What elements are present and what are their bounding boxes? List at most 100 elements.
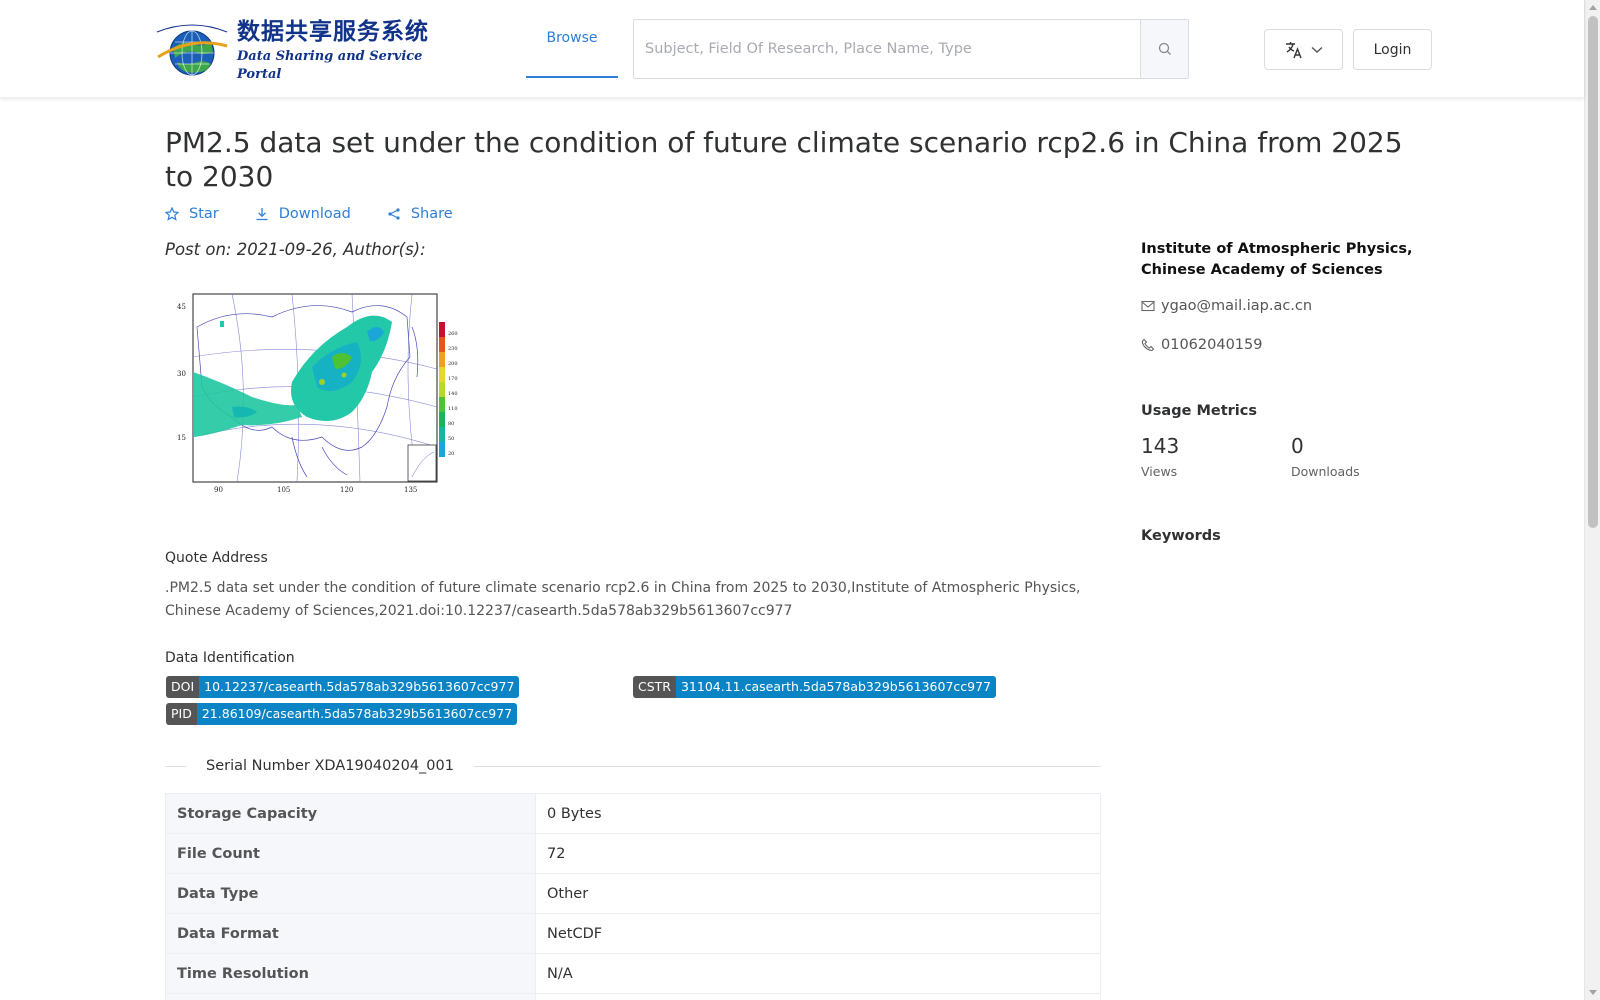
map-legend-tick: 140 (448, 391, 458, 397)
page-scrollbar[interactable] (1584, 0, 1600, 1000)
detail-value (535, 993, 1101, 1000)
table-row: Data Format NetCDF (165, 913, 1101, 954)
search-icon (1158, 42, 1171, 55)
post-date-author: Post on: 2021-09-26, Author(s): (165, 240, 426, 259)
map-legend-swatch (439, 382, 445, 397)
map-legend-swatch (439, 367, 445, 382)
map-y-tick: 15 (177, 434, 186, 442)
map-legend-tick: 170 (448, 376, 458, 382)
detail-value: 72 (535, 833, 1101, 874)
download-icon (256, 208, 268, 221)
detail-value: N/A (535, 953, 1101, 994)
map-x-tick: 105 (277, 486, 290, 494)
usage-metrics-heading: Usage Metrics (1141, 403, 1257, 419)
views-metric: 143 Views (1141, 434, 1179, 479)
login-button[interactable]: Login (1353, 29, 1432, 70)
downloads-count: 0 (1291, 434, 1304, 458)
dataset-details-table: Storage Capacity 0 Bytes File Count 72 Data … (165, 793, 1101, 1000)
cstr-badge[interactable]: CSTR 31104.11.casearth.5da578ab329b56136… (633, 676, 997, 698)
phone-text: 01062040159 (1161, 337, 1263, 353)
scroll-down-arrow-icon[interactable] (1589, 990, 1597, 995)
table-row: Time Resolution N/A (165, 953, 1101, 994)
star-button[interactable]: Star (165, 206, 219, 222)
chevron-down-icon (1311, 46, 1322, 53)
logo-chinese-name: 数据共享服务系统 (237, 19, 429, 45)
scroll-up-arrow-icon[interactable] (1589, 5, 1597, 10)
map-legend-swatch (439, 397, 445, 412)
email-text: ygao@mail.iap.ac.cn (1161, 298, 1313, 314)
star-label: Star (189, 206, 219, 222)
site-logo[interactable]: 数据共享服务系统 Data Sharing and Service Portal (153, 19, 438, 82)
download-label: Download (278, 206, 351, 222)
translate-icon (1285, 41, 1302, 58)
map-legend-tick: 260 (448, 331, 458, 337)
views-label: Views (1141, 464, 1178, 479)
table-row (165, 993, 1101, 1000)
dataset-thumbnail-map[interactable]: 260 230 200 170 140 110 80 50 20 45 30 15 90 105 120… (172, 287, 462, 497)
map-legend-swatch (439, 427, 445, 442)
detail-value: Other (535, 873, 1101, 914)
top-header: 数据共享服务系统 Data Sharing and Service Portal… (0, 0, 1584, 98)
map-legend-tick: 20 (448, 451, 454, 457)
serial-number: Serial Number XDA19040204_001 (186, 758, 474, 774)
contact-email[interactable]: ygao@mail.iap.ac.cn (1141, 298, 1312, 314)
contact-phone[interactable]: 01062040159 (1141, 337, 1262, 353)
views-count: 143 (1141, 434, 1180, 458)
pid-badge[interactable]: PID 21.86109/casearth.5da578ab329b561360… (166, 703, 518, 725)
detail-label (165, 993, 536, 1000)
map-legend-swatch (439, 352, 445, 367)
search-box (633, 19, 1189, 79)
keywords-heading: Keywords (1141, 528, 1221, 544)
globe-logo-icon (153, 22, 231, 80)
detail-value: NetCDF (535, 913, 1101, 954)
share-button[interactable]: Share (387, 206, 453, 222)
pid-value: 21.86109/casearth.5da578ab329b5613607cc9… (196, 703, 518, 725)
search-input[interactable] (634, 20, 1140, 78)
map-legend-tick: 230 (448, 346, 458, 352)
logo-english-name: Data Sharing and Service Portal (237, 49, 423, 82)
detail-value: 0 Bytes (535, 793, 1101, 834)
downloads-metric: 0 Downloads (1291, 434, 1360, 479)
detail-label: Data Format (165, 913, 536, 954)
table-row: Storage Capacity 0 Bytes (165, 793, 1101, 834)
map-legend-swatch (439, 412, 445, 427)
map-y-tick: 30 (177, 370, 186, 378)
map-legend-tick: 110 (448, 406, 458, 412)
map-y-tick: 45 (177, 303, 186, 311)
map-legend-tick: 50 (448, 436, 454, 442)
table-row: Data Type Other (165, 873, 1101, 914)
map-legend-tick: 200 (448, 361, 458, 367)
map-x-tick: 135 (404, 486, 417, 494)
detail-label: Storage Capacity (165, 793, 536, 834)
table-row: File Count 72 (165, 833, 1101, 874)
map-x-tick: 120 (340, 486, 353, 494)
map-x-tick: 90 (214, 486, 223, 494)
map-legend-tick: 80 (448, 421, 454, 427)
mail-icon (1141, 300, 1155, 312)
quote-address-heading: Quote Address (165, 550, 268, 566)
language-switch-button[interactable] (1264, 29, 1343, 70)
map-legend-swatch (439, 442, 445, 457)
dataset-title: PM2.5 data set under the condition of fu… (165, 126, 1403, 193)
scrollbar-thumb[interactable] (1588, 16, 1598, 528)
nav-browse-tab[interactable]: Browse (526, 0, 618, 78)
share-icon (388, 208, 400, 220)
doi-key: DOI (166, 676, 200, 698)
share-label: Share (410, 206, 453, 222)
map-legend-swatch (439, 322, 445, 337)
phone-icon (1141, 338, 1155, 352)
data-identification-heading: Data Identification (165, 650, 295, 666)
quote-address-text: .PM2.5 data set under the condition of f… (165, 580, 1081, 619)
downloads-label: Downloads (1291, 464, 1360, 479)
cstr-value: 31104.11.casearth.5da578ab329b5613607cc9… (675, 676, 997, 698)
search-button[interactable] (1140, 20, 1188, 78)
star-icon (165, 207, 179, 221)
institution-name: Institute of Atmospheric Physics, Chines… (1141, 241, 1413, 278)
download-button[interactable]: Download (255, 206, 351, 222)
pid-key: PID (166, 703, 197, 725)
detail-label: File Count (165, 833, 536, 874)
detail-label: Time Resolution (165, 953, 536, 994)
cstr-key: CSTR (633, 676, 676, 698)
doi-badge[interactable]: DOI 10.12237/casearth.5da578ab329b561360… (166, 676, 520, 698)
dataset-actions: Star Download Share (165, 206, 489, 222)
